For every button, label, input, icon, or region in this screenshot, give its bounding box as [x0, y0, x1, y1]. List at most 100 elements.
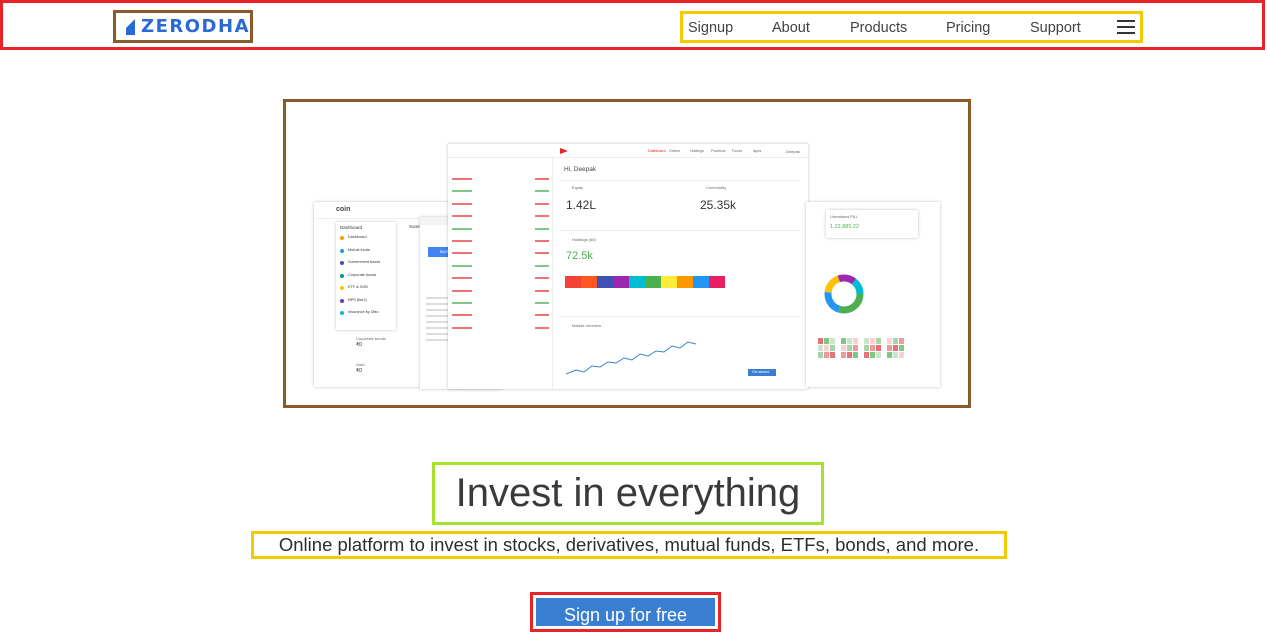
- nav-about[interactable]: About: [772, 20, 810, 36]
- nav-pricing[interactable]: Pricing: [946, 20, 990, 36]
- main-nav: Signup About Products Pricing Support: [680, 11, 1143, 43]
- holdings-bar-segment: [645, 276, 661, 288]
- subheadline-container: Online platform to invest in stocks, der…: [251, 531, 1007, 559]
- coin-menu-icon: [340, 261, 344, 265]
- buy-label: BUY: [440, 249, 449, 254]
- page-headline: Invest in everything: [455, 471, 801, 515]
- nav-products[interactable]: Products: [850, 20, 907, 36]
- heatmap-cell: [824, 338, 829, 344]
- heatmap-cell: [847, 338, 852, 344]
- heatmap-cell: [870, 345, 875, 351]
- heatmap-cell: [824, 345, 829, 351]
- kite-nav-item: Positions: [711, 149, 726, 153]
- watchlist-row: [452, 277, 549, 280]
- heatmap-cell: [853, 345, 858, 351]
- heatmap-cell: [830, 345, 835, 351]
- corp-bonds-value: ₹0: [356, 342, 362, 348]
- heatmap-cell: [870, 352, 875, 358]
- market-overview-chart: [566, 341, 697, 375]
- watchlist-row: [452, 190, 549, 193]
- heatmap-cell: [887, 352, 892, 358]
- heatmap-cell: [830, 352, 835, 358]
- coin-menu-icon: [340, 286, 344, 290]
- heatmap-cell: [899, 338, 904, 344]
- heatmap-cell: [841, 345, 846, 351]
- heatmap-cell: [887, 345, 892, 351]
- watchlist-row: [452, 252, 549, 255]
- kite-dashboard-screen: Dashboard Orders Holdings Positions Funds App…: [448, 144, 808, 389]
- coin-menu-icon: [340, 273, 344, 278]
- heatmap-cell: [824, 352, 829, 358]
- heatmap-cell: [847, 352, 852, 358]
- heatmap-cell: [887, 338, 892, 344]
- heatmap-cell: [893, 352, 898, 358]
- holdings-bar-segment: [693, 276, 709, 288]
- heatmap-cell: [864, 352, 869, 358]
- nav-signup[interactable]: Signup: [688, 20, 733, 36]
- logo-text: ZERODHA: [141, 16, 250, 37]
- heatmap-cell: [853, 338, 858, 344]
- heatmap-cell: [864, 338, 869, 344]
- holdings-bar-segment: [661, 276, 677, 288]
- holdings-bar-segment: [613, 276, 629, 288]
- watchlist: [448, 158, 553, 389]
- watchlist-row: [452, 314, 549, 317]
- coin-menu-item: Dashboard: [348, 235, 367, 239]
- donut-chart: [824, 274, 864, 314]
- heatmap-cell: [818, 338, 823, 344]
- heatmap-cell: [853, 352, 858, 358]
- heatmap: [818, 338, 908, 364]
- heatmap-cell: [899, 345, 904, 351]
- heatmap-cell: [876, 345, 881, 351]
- cta-container: Sign up for free: [530, 592, 721, 632]
- commodity-label: Commodity: [706, 185, 727, 190]
- page-subheadline: Online platform to invest in stocks, der…: [278, 534, 980, 555]
- corp-bonds-label: Corporate bonds: [356, 336, 386, 341]
- coin-dropdown: Dashboard: [340, 225, 363, 230]
- coin-menu: Dashboard Dashboard Mutual funds Governmen…: [336, 222, 396, 330]
- zerodha-logo[interactable]: ZERODHA: [113, 10, 253, 43]
- heatmap-cell: [841, 352, 846, 358]
- equity-value: 1.42L: [566, 198, 597, 212]
- watchlist-row: [452, 289, 549, 293]
- watchlist-row: [452, 264, 549, 268]
- watchlist-row: [452, 227, 549, 231]
- kite-nav-item: Apps: [753, 149, 762, 153]
- zerodha-logo-icon: [126, 18, 136, 35]
- heatmap-cell: [847, 345, 852, 351]
- coin-menu-icon: [340, 236, 344, 240]
- gold-value: ₹0: [356, 368, 362, 374]
- holdings-bar-segment: [709, 276, 725, 288]
- holdings-value: 72.5k: [566, 250, 593, 262]
- watchlist-row: [452, 302, 549, 305]
- heatmap-cell: [893, 338, 898, 344]
- nav-support[interactable]: Support: [1030, 20, 1081, 36]
- holdings-bar-segment: [581, 276, 597, 288]
- watchlist-row: [452, 215, 549, 218]
- coin-menu-item: Corporate bonds: [348, 272, 377, 277]
- get-started-label: Get started: [752, 370, 770, 374]
- top-navbar: ZERODHA Signup About Products Pricing Su…: [0, 0, 1265, 50]
- heatmap-cell: [830, 338, 835, 344]
- kite-user: Deepak: [786, 149, 800, 154]
- signup-button[interactable]: Sign up for free: [536, 598, 715, 626]
- coin-menu-item: ETF & SGB: [348, 285, 368, 289]
- unrealised-value: 1,22,885.22: [830, 224, 860, 230]
- heatmap-cell: [876, 338, 881, 344]
- watchlist-row: [452, 326, 549, 330]
- kite-nav-item: Funds: [732, 149, 742, 153]
- heatmap-cell: [841, 338, 846, 344]
- kite-nav-item: Dashboard: [648, 149, 666, 153]
- hero-product-image: coin Dashboard Dashboard Mutual funds Gove…: [283, 99, 971, 408]
- heatmap-cell: [893, 345, 898, 351]
- kite-nav-item: Orders: [669, 149, 680, 153]
- watchlist-row: [452, 178, 549, 181]
- coin-menu-icon: [340, 298, 344, 303]
- coin-menu-item: Insurance by Ditto: [348, 310, 379, 314]
- coin-brand: coin: [336, 206, 351, 213]
- heatmap-cell: [818, 352, 823, 358]
- gold-label: Gold: [356, 362, 365, 367]
- market-overview-label: Market overview: [572, 323, 602, 328]
- menu-icon[interactable]: [1117, 20, 1135, 34]
- kite-nav-item: Holdings: [690, 149, 704, 153]
